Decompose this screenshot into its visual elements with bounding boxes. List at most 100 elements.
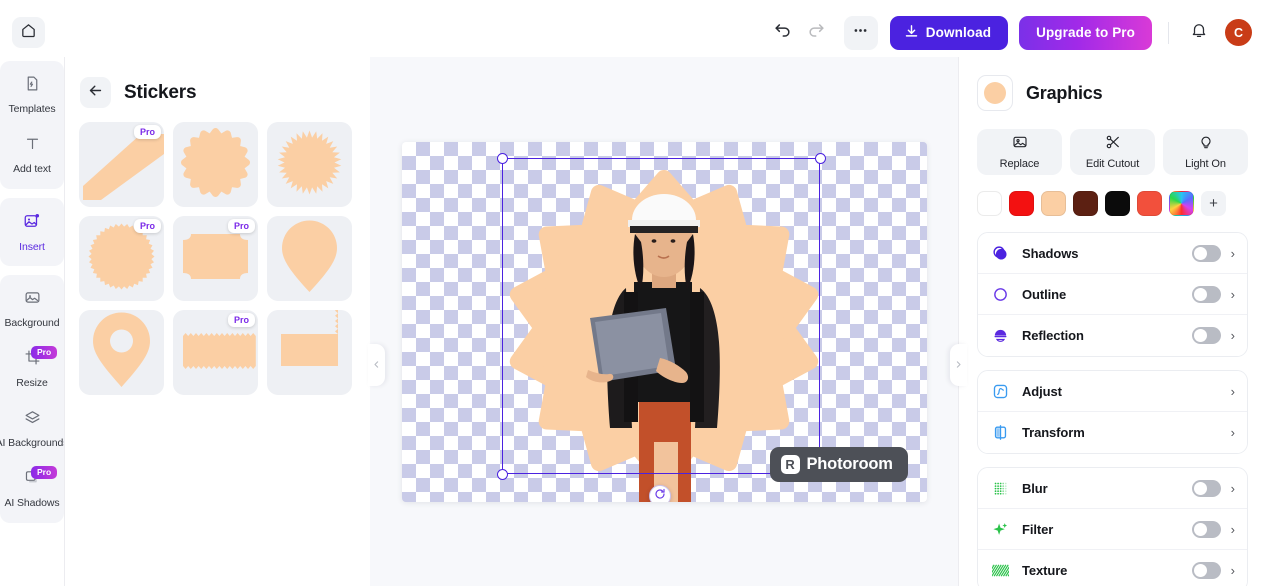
avatar[interactable]: C <box>1225 19 1252 46</box>
torn-side-banner-sticker-shape <box>267 310 352 395</box>
texture-icon <box>989 562 1011 579</box>
back-arrow-icon <box>87 82 104 104</box>
torn-side-banner-sticker[interactable] <box>267 310 352 395</box>
toggle-texture[interactable] <box>1191 562 1221 579</box>
canvas-area[interactable]: R Photoroom <box>370 57 958 586</box>
more-options-button[interactable] <box>843 15 878 50</box>
effect-label-reflection: Reflection <box>1022 328 1084 343</box>
effect-label-texture: Texture <box>1022 563 1068 578</box>
swatch-coral[interactable] <box>1137 191 1162 216</box>
sidebar-item-ai-shadows[interactable]: Pro AI Shadows <box>0 459 64 519</box>
properties-panel: Graphics Replace Edit Cutout Light On + … <box>958 57 1266 586</box>
template-file-icon <box>24 75 41 97</box>
sidebar-item-templates[interactable]: Templates <box>0 65 64 125</box>
graphics-thumbnail-shape <box>984 82 1006 104</box>
resize-handle-top-left[interactable] <box>496 152 508 164</box>
add-color-button[interactable]: + <box>1201 191 1226 216</box>
zigzag-circle-sticker[interactable]: Pro <box>79 216 164 301</box>
effect-row-shadows[interactable]: Shadows › <box>978 233 1247 274</box>
pro-badge: Pro <box>133 125 161 139</box>
banner-ribbon-sticker[interactable]: Pro <box>79 122 164 207</box>
chevron-right-icon[interactable]: › <box>1231 481 1235 496</box>
rotate-handle[interactable] <box>648 484 671 502</box>
toggle-blur[interactable] <box>1191 479 1221 497</box>
effect-label-transform: Transform <box>1022 425 1085 440</box>
swatch-rainbow[interactable] <box>1169 191 1194 216</box>
sidebar-item-label: Templates <box>8 103 56 115</box>
artboard[interactable]: R Photoroom <box>401 141 927 502</box>
filter-sparkle-icon <box>989 521 1011 538</box>
collapse-left-panel-button[interactable] <box>368 344 385 386</box>
chevron-right-icon[interactable]: › <box>1231 287 1235 302</box>
swatch-white[interactable] <box>977 191 1002 216</box>
sidebar-item-ai-backgrounds[interactable]: AI Backgrounds <box>0 399 68 459</box>
redo-button[interactable] <box>800 16 834 50</box>
upgrade-to-pro-button[interactable]: Upgrade to Pro <box>1019 15 1152 50</box>
swatch-black[interactable] <box>1105 191 1130 216</box>
pro-badge: Pro <box>133 219 161 233</box>
map-pin-sticker-shape <box>79 310 164 395</box>
collapse-right-panel-button[interactable] <box>950 344 967 386</box>
replace-button[interactable]: Replace <box>977 129 1062 175</box>
effects-card-1: Adjust › Transform › <box>977 370 1248 454</box>
back-button[interactable] <box>80 77 111 108</box>
ai-layers-icon <box>24 409 41 431</box>
notifications-button[interactable] <box>1182 16 1216 50</box>
teardrop-pin-sticker-shape <box>267 216 352 301</box>
effect-row-texture[interactable]: Texture › <box>978 550 1247 586</box>
effect-row-filter[interactable]: Filter › <box>978 509 1247 550</box>
effect-row-reflection[interactable]: Reflection › <box>978 315 1247 356</box>
teardrop-pin-sticker[interactable] <box>267 216 352 301</box>
swatch-dark-brown[interactable] <box>1073 191 1098 216</box>
swatch-red[interactable] <box>1009 191 1034 216</box>
rotate-icon <box>654 487 666 502</box>
effect-row-blur[interactable]: Blur › <box>978 468 1247 509</box>
resize-handle-top-right[interactable] <box>814 152 826 164</box>
effect-row-transform[interactable]: Transform › <box>978 412 1247 453</box>
toggle-filter[interactable] <box>1191 520 1221 538</box>
pro-badge: Pro <box>31 466 58 480</box>
pro-badge: Pro <box>227 313 255 327</box>
panel-title: Stickers <box>124 81 197 103</box>
scalloped-circle-sticker-shape <box>173 122 258 207</box>
effect-label-blur: Blur <box>1022 480 1048 496</box>
map-pin-sticker[interactable] <box>79 310 164 395</box>
more-options-icon <box>852 22 869 44</box>
top-toolbar: Download Upgrade to Pro C <box>0 0 1266 65</box>
edit-cutout-button[interactable]: Edit Cutout <box>1070 129 1155 175</box>
scalloped-circle-sticker[interactable] <box>173 122 258 207</box>
download-icon <box>904 24 919 42</box>
undo-button[interactable] <box>766 16 800 50</box>
resize-handle-bottom-left[interactable] <box>496 468 508 480</box>
adjust-icon <box>989 383 1011 400</box>
watermark-label: Photoroom <box>806 454 893 473</box>
chevron-right-icon[interactable]: › <box>1231 522 1235 537</box>
download-button[interactable]: Download <box>889 15 1009 50</box>
ticket-label-sticker[interactable]: Pro <box>173 216 258 301</box>
photoroom-logo-icon: R <box>780 454 800 474</box>
toggle-outline[interactable] <box>1191 285 1221 303</box>
panel-header: Stickers <box>65 57 370 122</box>
toggle-shadows[interactable] <box>1191 244 1221 262</box>
sunburst-circle-sticker[interactable] <box>267 122 352 207</box>
chevron-right-icon[interactable]: › <box>1231 563 1235 578</box>
swatch-peach[interactable] <box>1041 191 1066 216</box>
light-on-button[interactable]: Light On <box>1163 129 1248 175</box>
effect-label-adjust: Adjust <box>1022 383 1062 399</box>
effect-row-adjust[interactable]: Adjust › <box>978 371 1247 412</box>
shadows-icon <box>989 245 1011 262</box>
effect-row-outline[interactable]: Outline › <box>978 274 1247 315</box>
chevron-right-icon[interactable]: › <box>1231 425 1235 440</box>
chevron-right-icon[interactable]: › <box>1231 384 1235 399</box>
home-button[interactable] <box>12 17 45 48</box>
page-title: Graphics <box>1026 82 1103 103</box>
upgrade-label: Upgrade to Pro <box>1036 25 1135 40</box>
torn-banner-sticker[interactable]: Pro <box>173 310 258 395</box>
edit-cutout-label: Edit Cutout <box>1085 158 1140 170</box>
toggle-reflection[interactable] <box>1191 327 1221 344</box>
sticker-grid-wrapper: Pro Pro Pro Pro <box>65 122 370 395</box>
graphics-thumbnail[interactable] <box>977 75 1013 111</box>
chevron-right-icon[interactable]: › <box>1231 328 1235 343</box>
avatar-initial: C <box>1233 25 1244 40</box>
chevron-right-icon[interactable]: › <box>1231 246 1235 261</box>
